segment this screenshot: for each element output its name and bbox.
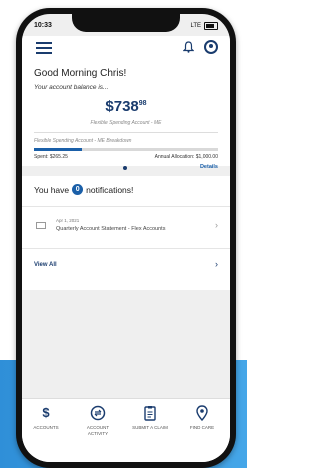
divider (34, 132, 218, 133)
breakdown-title: Flexible Spending Account - ME Breakdown (34, 138, 132, 144)
location-pin-icon (182, 405, 222, 422)
bottom-nav: $ ACCOUNTS ACCOUNT ACTIVITY SUBMIT A CLA… (22, 398, 230, 462)
divider (22, 206, 230, 207)
signal-label: LTE (190, 23, 201, 29)
notifications-count-badge: 0 (72, 184, 84, 195)
battery-icon (204, 22, 218, 30)
profile-icon[interactable] (204, 40, 218, 54)
balance-card: Good Morning Chris! Your account balance… (22, 62, 230, 166)
view-all-link[interactable]: View All (34, 262, 57, 268)
status-time: 10:33 (34, 22, 52, 29)
notifications-prefix: You have (34, 184, 70, 195)
balance-amount-cents: 98 (138, 100, 147, 107)
account-name: Flexible Spending Account - ME (90, 120, 162, 126)
chevron-right-icon[interactable]: › (215, 220, 218, 230)
spent-amount: Spent: $265.25 (34, 154, 68, 160)
notifications-title: You have 0 notifications! (34, 184, 133, 195)
envelope-icon (36, 222, 46, 229)
annual-allocation: Annual Allocation: $1,000.00 (154, 154, 218, 160)
page-indicator-dot[interactable] (123, 166, 127, 170)
notification-text[interactable]: Quarterly Account Statement - Flex Accou… (56, 226, 165, 232)
nav-account-activity[interactable]: ACCOUNT ACTIVITY (78, 405, 118, 436)
nav-label: ACCOUNT ACTIVITY (86, 425, 110, 436)
nav-find-care[interactable]: FIND CARE (182, 405, 222, 431)
dollar-icon: $ (42, 405, 50, 420)
balance-subtitle: Your account balance is... (34, 84, 109, 91)
balance-amount-main: $738 (105, 98, 139, 115)
notifications-card: You have 0 notifications! Apr 1, 2021 Qu… (22, 176, 230, 290)
nav-label: SUBMIT A CLAIM (132, 425, 168, 430)
top-bar (22, 36, 230, 62)
spending-progress-fill (34, 148, 82, 151)
chevron-right-icon[interactable]: › (215, 259, 218, 269)
status-indicators: LTE (190, 22, 218, 30)
divider (22, 248, 230, 249)
phone-notch (72, 14, 180, 32)
nav-accounts[interactable]: $ ACCOUNTS (26, 405, 66, 431)
details-link[interactable]: Details (200, 164, 218, 170)
bell-icon[interactable] (182, 41, 195, 56)
balance-amount: $73898 (22, 98, 230, 115)
notifications-suffix: notifications! (86, 184, 134, 195)
nav-label: ACCOUNTS (33, 425, 59, 430)
clipboard-icon (130, 405, 170, 421)
hamburger-icon[interactable] (36, 42, 52, 54)
spending-progress-bar (34, 148, 218, 151)
activity-icon (78, 405, 118, 421)
phone-screen: 10:33 LTE Good Morning Chris! Your accou… (22, 14, 230, 462)
nav-submit-claim[interactable]: SUBMIT A CLAIM (130, 405, 170, 431)
notification-date[interactable]: Apr 1, 2021 (56, 218, 79, 223)
nav-label: FIND CARE (189, 425, 215, 430)
greeting: Good Morning Chris! (34, 68, 127, 79)
